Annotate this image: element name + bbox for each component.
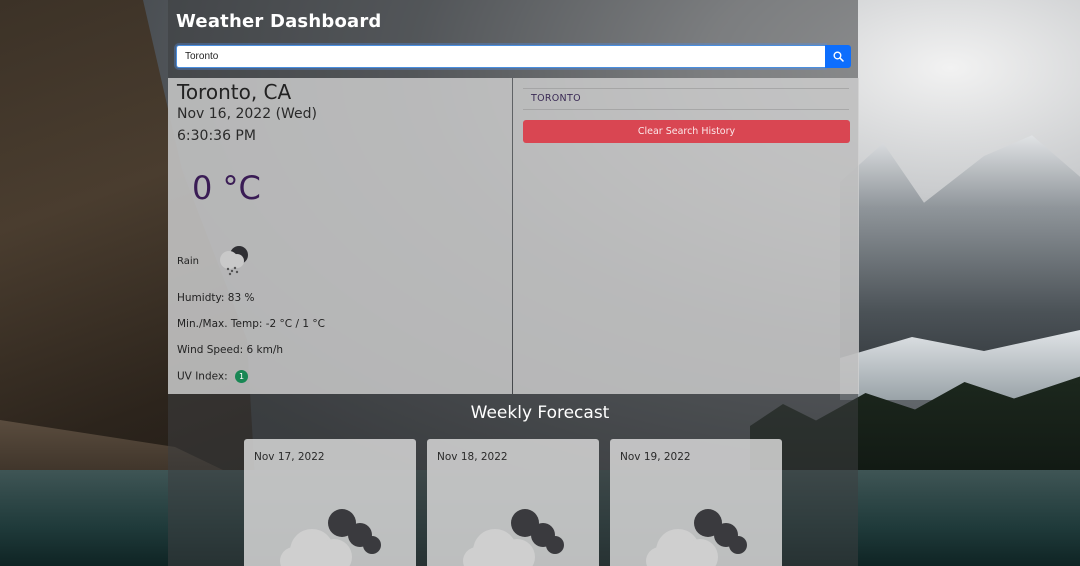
wind-speed-text: Wind Speed: 6 km/h xyxy=(177,344,284,356)
rain-cloud-icon xyxy=(220,246,248,276)
search-icon xyxy=(832,51,844,62)
forecast-card: Nov 18, 2022 xyxy=(427,439,599,566)
forecast-date: Nov 18, 2022 xyxy=(437,451,508,463)
current-temperature: 0 °C xyxy=(192,169,261,207)
uv-index-badge: 1 xyxy=(235,370,248,383)
cloudy-icon xyxy=(646,509,747,566)
minmax-temp-text: Min./Max. Temp: -2 °C / 1 °C xyxy=(177,318,325,330)
forecast-date: Nov 17, 2022 xyxy=(254,451,325,463)
search-input[interactable] xyxy=(174,43,827,70)
current-date: Nov 16, 2022 (Wed) xyxy=(177,106,318,122)
search-bar xyxy=(174,43,851,70)
forecast-card: Nov 19, 2022 xyxy=(610,439,782,566)
uv-index-row: UV Index: 1 xyxy=(177,370,248,383)
city-name: Toronto, CA xyxy=(177,80,292,104)
cloudy-icon xyxy=(280,509,381,566)
condition-row: Rain xyxy=(177,244,251,278)
search-history-panel: TORONTO Clear Search History xyxy=(513,78,859,394)
current-time: 6:30:36 PM xyxy=(177,128,256,144)
uv-index-label: UV Index: xyxy=(177,370,228,383)
forecast-date: Nov 19, 2022 xyxy=(620,451,691,463)
forecast-card: Nov 17, 2022 xyxy=(244,439,416,566)
cloudy-icon xyxy=(463,509,564,566)
forecast-title: Weekly Forecast xyxy=(470,403,610,423)
page-title: Weather Dashboard xyxy=(176,11,382,32)
current-weather-panel: Toronto, CA Nov 16, 2022 (Wed) 6:30:36 P… xyxy=(168,78,512,394)
humidity-text: Humidty: 83 % xyxy=(177,292,255,304)
search-button[interactable] xyxy=(825,45,851,68)
history-item-toronto[interactable]: TORONTO xyxy=(523,88,849,110)
clear-history-button[interactable]: Clear Search History xyxy=(523,120,850,143)
condition-label: Rain xyxy=(177,255,199,267)
